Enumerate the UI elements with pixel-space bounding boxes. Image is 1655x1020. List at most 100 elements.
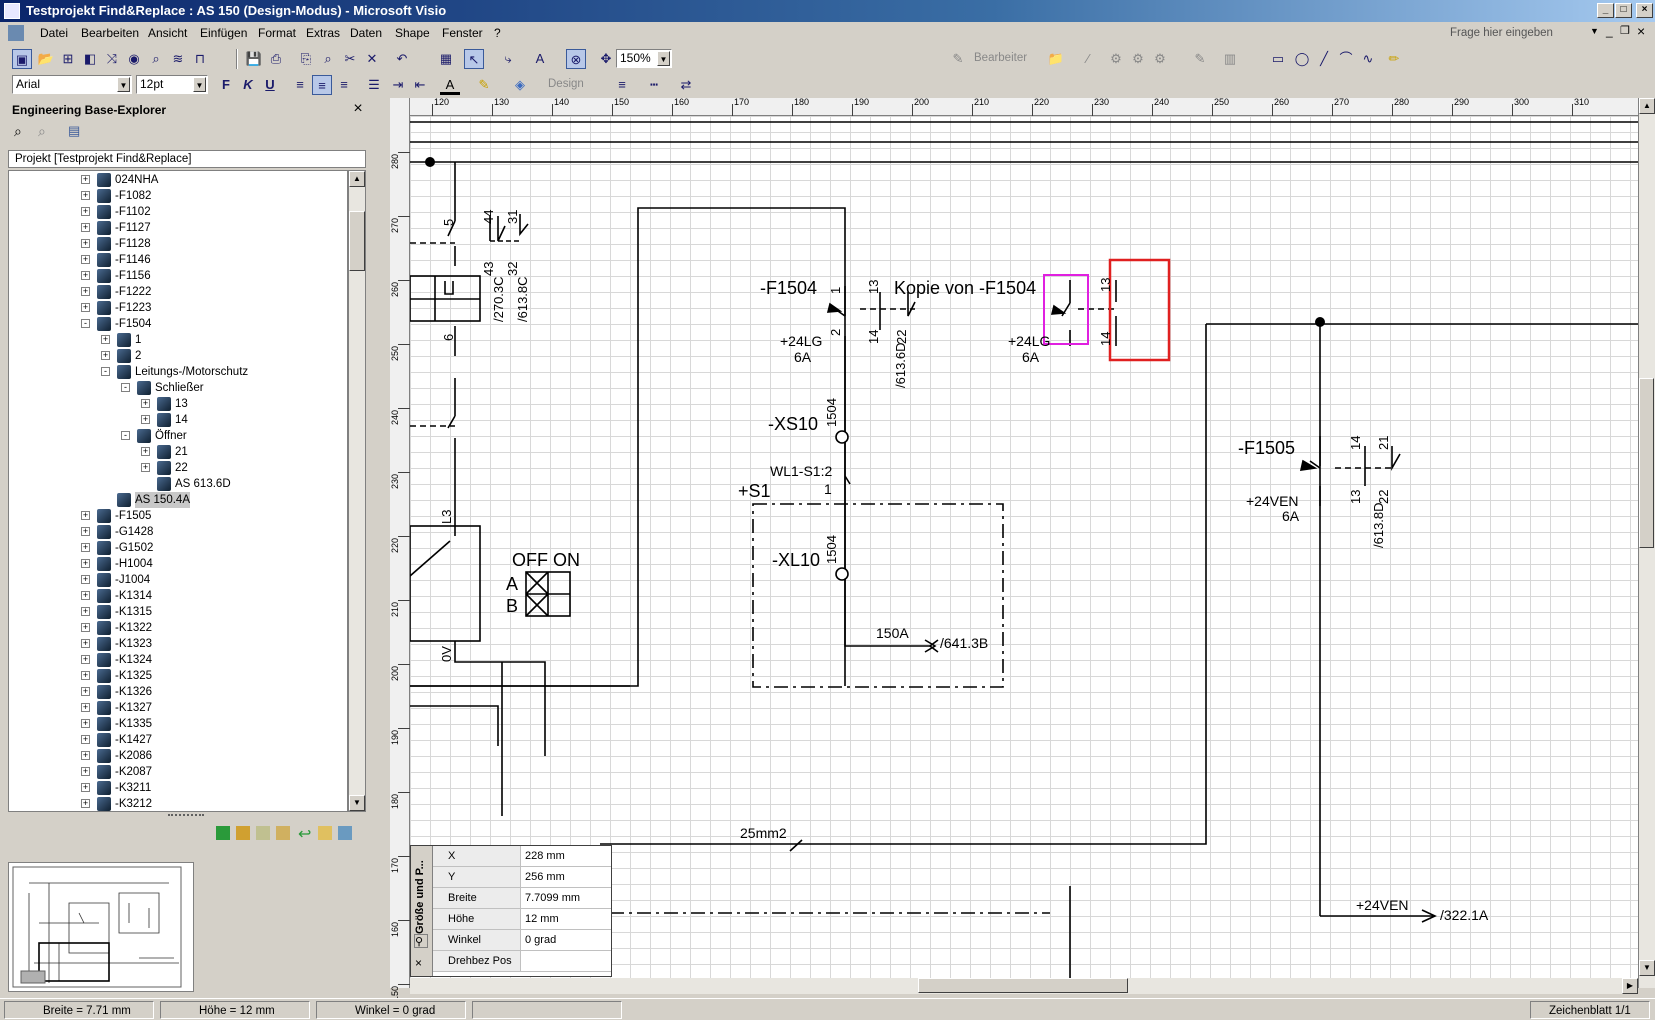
tree-node[interactable]: + -K1325 [9,668,347,684]
cut-icon[interactable]: ✂ [340,49,360,69]
book-icon[interactable] [256,826,270,840]
edit-icon[interactable]: ✎ [948,49,968,69]
menu-datei[interactable]: Datei [36,25,72,41]
expand-icon[interactable]: + [81,767,90,776]
menu-format[interactable]: Format [254,25,300,41]
line-tool-icon[interactable]: ╱ [1314,49,1334,69]
undo-icon[interactable]: ↶ [392,49,412,69]
tree-node[interactable]: +14 [9,412,347,428]
explorer-close-icon[interactable]: × [350,100,366,118]
scroll-thumb[interactable] [349,211,365,271]
open-icon[interactable]: 📂 [36,49,56,69]
splitter-handle[interactable] [168,814,204,818]
size-row-drehbez[interactable]: Drehbez Pos [433,951,611,972]
tree-node[interactable]: AS 613.6D [9,476,347,492]
label-24ven-b[interactable]: +24VEN [1356,897,1409,913]
tree-node[interactable]: + -F1156 [9,268,347,284]
list-view-icon[interactable]: ▤ [68,123,86,141]
ellipse-tool-icon[interactable]: ◯ [1292,49,1312,69]
collapse-icon[interactable]: - [121,383,130,392]
expand-icon[interactable]: + [81,239,90,248]
expand-icon[interactable]: + [81,703,90,712]
expand-icon[interactable]: + [81,591,90,600]
tree-node[interactable]: + -F1082 [9,188,347,204]
rectangle-tool-icon[interactable]: ▭ [1268,49,1288,69]
expand-icon[interactable]: + [81,287,90,296]
align-right-icon[interactable]: ≡ [334,75,354,95]
scroll-down-icon[interactable]: ▼ [349,795,365,811]
size-row-breite[interactable]: Breite 7.7099 mm [433,888,611,909]
tree-node[interactable]: + -F1128 [9,236,347,252]
tree-node[interactable]: + -K1324 [9,652,347,668]
group-icon[interactable]: ▦ [436,49,456,69]
tree-node[interactable]: + -F1222 [9,284,347,300]
tree-node[interactable]: - Schließer [9,380,347,396]
document-icon[interactable] [8,25,24,41]
font-color-icon[interactable]: A [440,75,460,95]
align-center-icon[interactable]: ≡ [312,75,332,95]
tree-node[interactable]: + -F1127 [9,220,347,236]
label-f1505[interactable]: -F1505 [1238,438,1295,458]
size-row-x[interactable]: X 228 mm [433,846,611,867]
size-row-y[interactable]: Y 256 mm [433,867,611,888]
expand-icon[interactable]: + [81,543,90,552]
maximize-button[interactable]: □ [1615,3,1632,18]
expand-icon[interactable]: + [141,463,150,472]
text-tool-icon[interactable]: A [530,49,550,69]
bold-button[interactable]: F [216,75,236,95]
shapes-icon[interactable]: ◧ [80,49,100,69]
tree-root-header[interactable]: Projekt [Testprojekt Find&Replace] [8,150,366,168]
expand-icon[interactable]: + [81,175,90,184]
menu-shape[interactable]: Shape [391,25,434,41]
expand-icon[interactable]: + [81,575,90,584]
spelling-icon[interactable]: ⌕ [318,49,338,69]
expand-icon[interactable]: + [81,719,90,728]
scroll-down-icon[interactable]: ▼ [1639,960,1655,976]
underline-button[interactable]: U [260,75,280,95]
pointer-tool-icon[interactable]: ↖ [464,49,484,69]
gear-icon[interactable]: ⚙ [1106,49,1126,69]
status-sheet[interactable]: Zeichenblatt 1/1 [1530,1001,1650,1019]
font-size-select[interactable]: 12pt ▼ [136,75,208,94]
expand-icon[interactable]: + [81,655,90,664]
tree-scrollbar[interactable]: ▲ ▼ [348,170,366,812]
line-pattern-icon[interactable]: ┅ [644,75,664,95]
size-row-winkel[interactable]: Winkel 0 grad [433,930,611,951]
vertical-ruler[interactable]: 280 270 260 250 240 230 220 210 200 190 180 170 160 1… [390,98,410,1001]
project-tree[interactable]: +024NHA + -F1082 + -F1102 + -F1127 + -F1128 + -F11… [8,170,348,812]
delete-icon[interactable]: ✕ [362,49,382,69]
expand-icon[interactable]: + [81,639,90,648]
tree-node[interactable]: + -G1502 [9,540,347,556]
tree-node[interactable]: + -F1223 [9,300,347,316]
size-value[interactable]: 0 grad [525,930,556,950]
label-xs10[interactable]: -XS10 [768,414,818,434]
horizontal-scrollbar[interactable]: ▶ [410,978,1638,994]
label-kopie-f1504[interactable]: Kopie von -F1504 [894,278,1036,298]
scroll-right-icon[interactable]: ▶ [1622,978,1638,994]
catalog-icon[interactable] [236,826,250,840]
tree-node[interactable]: +024NHA [9,172,347,188]
freeform-tool-icon[interactable]: ∿ [1358,49,1378,69]
expand-icon[interactable]: + [81,799,90,808]
pin-icon[interactable]: ⚲ [414,934,428,948]
menu-help[interactable]: ? [490,25,505,41]
connector-tool-icon[interactable]: ⤷ [498,49,518,69]
expand-icon[interactable]: + [141,447,150,456]
expand-icon[interactable]: + [81,207,90,216]
help-search-input[interactable]: Frage hier eingeben [1450,25,1595,42]
size-row-hoehe[interactable]: Höhe 12 mm [433,909,611,930]
doc-restore-button[interactable]: ❐ [1620,24,1630,37]
font-select[interactable]: Arial ▼ [12,75,132,94]
label-24lg-a[interactable]: +24LG [780,333,822,349]
expand-icon[interactable]: + [141,399,150,408]
expand-icon[interactable]: + [81,607,90,616]
print-icon[interactable]: ⎙ [266,49,286,69]
tree-node[interactable]: +1 [9,332,347,348]
document-stack-icon[interactable] [276,826,290,840]
design-button[interactable]: Design [548,78,584,90]
tree-node[interactable]: + -F1102 [9,204,347,220]
globe-icon[interactable]: ◉ [124,49,144,69]
menu-ansicht[interactable]: Ansicht [144,25,191,41]
tree-node[interactable]: - Öffner [9,428,347,444]
size-value[interactable]: 7.7099 mm [525,888,580,908]
